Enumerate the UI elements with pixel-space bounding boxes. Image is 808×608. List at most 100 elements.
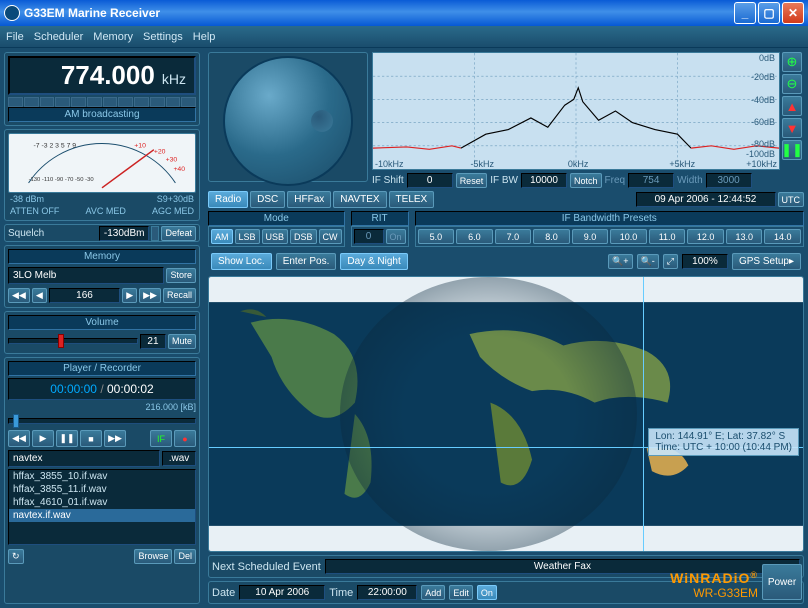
volume-slider[interactable] — [8, 334, 138, 348]
mute-button[interactable]: Mute — [168, 334, 196, 349]
utc-button[interactable]: UTC — [778, 192, 805, 207]
filename-input[interactable] — [8, 450, 160, 467]
menu-settings[interactable]: Settings — [143, 31, 183, 43]
signal-meter: -7 -3 2 3 5 7 9 +10 +20 +30 +40 -130 -11… — [8, 133, 196, 193]
marker-down-icon[interactable]: ▼ — [782, 118, 802, 138]
ifbw-preset-12.0[interactable]: 12.0 — [687, 229, 724, 244]
file-item[interactable]: hffax_3855_10.if.wav — [9, 470, 195, 483]
reset-button[interactable]: Reset — [456, 173, 488, 188]
mode-selector: AM LSB USB DSB CW — [208, 226, 345, 247]
mem-last-button[interactable]: ▶▶ — [139, 288, 161, 303]
zoom-out-icon[interactable]: ⊖ — [782, 74, 802, 94]
tab-telex[interactable]: TELEX — [389, 191, 435, 208]
memory-index[interactable]: 166 — [49, 288, 120, 303]
ifbw-preset-5.0[interactable]: 5.0 — [418, 229, 455, 244]
file-list[interactable]: hffax_3855_10.if.wavhffax_3855_11.if.wav… — [8, 469, 196, 545]
file-item[interactable]: hffax_3855_11.if.wav — [9, 483, 195, 496]
digit-steppers[interactable] — [8, 97, 196, 107]
power-button[interactable]: Power — [762, 564, 802, 600]
sched-date[interactable]: 10 Apr 2006 — [239, 585, 325, 600]
player-progress[interactable] — [8, 418, 196, 424]
smeter-reading: S9+30dB — [157, 194, 194, 204]
file-item[interactable]: navtex.if.wav — [9, 509, 195, 522]
mode-dsb[interactable]: DSB — [290, 229, 317, 244]
play-button[interactable]: ▶ — [32, 430, 54, 447]
memory-name-input[interactable] — [8, 267, 164, 284]
maximize-button[interactable]: ▢ — [758, 2, 780, 24]
mode-am[interactable]: AM — [211, 229, 233, 244]
rit-on-button[interactable]: On — [386, 229, 406, 244]
mode-cw[interactable]: CW — [319, 229, 342, 244]
ifbw-preset-6.0[interactable]: 6.0 — [456, 229, 493, 244]
squelch-value[interactable]: -130dBm — [99, 226, 150, 241]
marker-up-icon[interactable]: ▲ — [782, 96, 802, 116]
tab-radio[interactable]: Radio — [208, 191, 248, 208]
sched-time[interactable]: 22:00:00 — [357, 585, 417, 600]
if-button[interactable]: IF — [150, 430, 172, 447]
notch-button[interactable]: Notch — [570, 173, 602, 188]
transport-controls: ◀◀ ▶ ❚❚ ■ ▶▶ IF ● — [8, 430, 196, 447]
record-button[interactable]: ● — [174, 430, 196, 447]
menu-help[interactable]: Help — [193, 31, 216, 43]
recall-button[interactable]: Recall — [163, 288, 196, 303]
pause-spectrum-icon[interactable]: ❚❚ — [782, 140, 802, 160]
agc-status[interactable]: AGC MED — [152, 206, 194, 216]
gps-setup-button[interactable]: GPS Setup ▸ — [732, 253, 801, 270]
menu-scheduler[interactable]: Scheduler — [34, 31, 84, 43]
minimize-button[interactable]: _ — [734, 2, 756, 24]
zoom-in-icon[interactable]: ⊕ — [782, 52, 802, 72]
stop-button[interactable]: ■ — [80, 430, 102, 447]
rewind-button[interactable]: ◀◀ — [8, 430, 30, 447]
squelch-defeat-button[interactable]: Defeat — [161, 226, 196, 241]
file-item[interactable]: hffax_4610_01.if.wav — [9, 496, 195, 509]
day-night-button[interactable]: Day & Night — [340, 253, 407, 270]
ifbw-preset-8.0[interactable]: 8.0 — [533, 229, 570, 244]
if-shift-input[interactable] — [407, 173, 453, 188]
map-reset-icon[interactable]: ⤢ — [663, 254, 678, 269]
ifbw-preset-11.0[interactable]: 11.0 — [649, 229, 686, 244]
sched-on-button[interactable]: On — [477, 585, 497, 600]
show-loc-button[interactable]: Show Loc. — [211, 253, 272, 270]
mem-prev-button[interactable]: ◀ — [32, 288, 47, 303]
clock-display: 09 Apr 2006 - 12:44:52 — [636, 192, 776, 207]
sched-add-button[interactable]: Add — [421, 585, 445, 600]
tuning-dial[interactable] — [208, 52, 368, 182]
if-bw-input[interactable] — [521, 173, 567, 188]
ifbw-preset-14.0[interactable]: 14.0 — [764, 229, 801, 244]
forward-button[interactable]: ▶▶ — [104, 430, 126, 447]
frequency-display[interactable]: 774.000 kHz — [8, 56, 196, 95]
enter-pos-button[interactable]: Enter Pos. — [276, 253, 337, 270]
svg-text:+30: +30 — [166, 156, 178, 163]
pause-button[interactable]: ❚❚ — [56, 430, 78, 447]
close-button[interactable]: ✕ — [782, 2, 804, 24]
svg-text:-7 -3 2 3 5 7 9: -7 -3 2 3 5 7 9 — [33, 143, 76, 150]
mode-usb[interactable]: USB — [262, 229, 289, 244]
menu-file[interactable]: File — [6, 31, 24, 43]
avc-status[interactable]: AVC MED — [85, 206, 125, 216]
ifbw-preset-10.0[interactable]: 10.0 — [610, 229, 647, 244]
tab-navtex[interactable]: NAVTEX — [333, 191, 386, 208]
store-button[interactable]: Store — [166, 268, 196, 283]
tab-dsc[interactable]: DSC — [250, 191, 285, 208]
menu-memory[interactable]: Memory — [93, 31, 133, 43]
spectrum-display[interactable]: 0dB -20dB -40dB -60dB -80dB -100dB -10kH… — [372, 52, 780, 170]
ifbw-preset-7.0[interactable]: 7.0 — [495, 229, 532, 244]
file-ext[interactable]: .wav — [162, 451, 196, 466]
atten-status[interactable]: ATTEN OFF — [10, 206, 59, 216]
player-panel: Player / Recorder 00:00:00 / 00:00:02 21… — [4, 357, 200, 604]
mem-next-button[interactable]: ▶ — [122, 288, 137, 303]
volume-panel: Volume 21 Mute — [4, 311, 200, 354]
ifbw-preset-9.0[interactable]: 9.0 — [572, 229, 609, 244]
map-zoom-out-icon[interactable]: 🔍- — [637, 254, 659, 269]
delete-button[interactable]: Del — [174, 549, 196, 564]
world-map[interactable]: Lon: 144.91° E; Lat: 37.82° S Time: UTC … — [208, 276, 804, 552]
refresh-button[interactable]: ↻ — [8, 549, 24, 564]
mode-lsb[interactable]: LSB — [235, 229, 260, 244]
browse-button[interactable]: Browse — [134, 549, 172, 564]
sched-edit-button[interactable]: Edit — [449, 585, 473, 600]
ifbw-preset-13.0[interactable]: 13.0 — [726, 229, 763, 244]
tab-hffax[interactable]: HFFax — [287, 191, 331, 208]
map-zoom-in-icon[interactable]: 🔍+ — [608, 254, 632, 269]
mem-first-button[interactable]: ◀◀ — [8, 288, 30, 303]
squelch-stepper[interactable] — [151, 226, 159, 241]
